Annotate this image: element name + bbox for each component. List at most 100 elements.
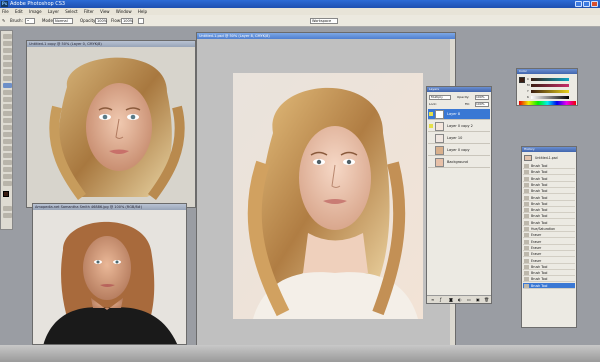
healing-tool-icon[interactable] — [3, 76, 12, 81]
snapshot-thumbnail[interactable] — [524, 155, 532, 161]
slider-m[interactable] — [531, 84, 569, 87]
color-panel-title[interactable]: Color — [517, 69, 577, 74]
layer-row[interactable]: Layer 8 — [428, 109, 490, 120]
fill-field[interactable]: 100% — [475, 102, 489, 107]
marquee-tool-icon[interactable] — [3, 41, 12, 46]
eraser-tool-icon[interactable] — [3, 104, 12, 109]
history-step[interactable]: Brush Tool — [523, 176, 575, 182]
history-step[interactable]: Brush Tool — [523, 201, 575, 207]
screen-mode-icon[interactable] — [3, 213, 12, 218]
eye-icon[interactable] — [429, 112, 433, 116]
minimize-button[interactable] — [575, 1, 582, 7]
maximize-button[interactable] — [583, 1, 590, 7]
gradient-tool-icon[interactable] — [3, 111, 12, 116]
menu-edit[interactable]: Edit — [15, 9, 23, 14]
document-title[interactable]: Untitled-1.psd @ 50% (Layer 8, CMYK/8) — [197, 33, 455, 39]
fg-swatch[interactable] — [519, 77, 525, 83]
layer-row[interactable]: Layer 0 copy — [428, 145, 490, 156]
history-panel-title[interactable]: History — [522, 147, 576, 152]
quick-mask-icon[interactable] — [3, 206, 12, 211]
workspace-menu[interactable]: Workspace — [310, 18, 338, 24]
pen-tool-icon[interactable] — [3, 132, 12, 137]
history-step[interactable]: Brush Tool — [523, 182, 575, 188]
adjustment-layer-icon[interactable]: ◐ — [458, 297, 462, 302]
menu-layer[interactable]: Layer — [48, 9, 59, 14]
dodge-tool-icon[interactable] — [3, 125, 12, 130]
history-step[interactable]: Hue/Saturation — [523, 226, 575, 232]
slider-c[interactable] — [531, 78, 569, 81]
menu-help[interactable]: Help — [138, 9, 147, 14]
magic-wand-tool-icon[interactable] — [3, 55, 12, 60]
history-step[interactable]: Brush Tool — [523, 195, 575, 201]
slider-k[interactable] — [531, 96, 569, 99]
mode-select[interactable]: Normal — [53, 18, 73, 24]
history-step[interactable]: Brush Tool — [523, 163, 575, 169]
crop-tool-icon[interactable] — [3, 62, 12, 67]
eye-icon[interactable] — [429, 124, 433, 128]
menu-select[interactable]: Select — [65, 9, 77, 14]
brush-picker[interactable]: • — [25, 18, 35, 24]
history-step[interactable]: Brush Tool — [523, 169, 575, 176]
history-step[interactable]: Brush Tool — [523, 213, 575, 220]
document-window-main[interactable]: Untitled-1.psd @ 50% (Layer 8, CMYK/8) 5… — [196, 32, 456, 352]
move-tool-icon[interactable] — [3, 34, 12, 39]
layer-row[interactable]: Layer 0 copy 2 — [428, 121, 490, 132]
menu-filter[interactable]: Filter — [84, 9, 94, 14]
airbrush-toggle[interactable] — [138, 18, 144, 24]
history-step[interactable]: Eraser — [523, 232, 575, 239]
new-group-icon[interactable]: ▭ — [467, 297, 471, 302]
clone-stamp-tool-icon[interactable] — [3, 90, 12, 95]
shape-tool-icon[interactable] — [3, 153, 12, 158]
layers-panel-title[interactable]: Layers — [427, 87, 491, 92]
layer-style-icon[interactable]: ƒ — [440, 297, 441, 302]
close-button[interactable] — [591, 1, 598, 7]
eye-icon[interactable] — [429, 148, 433, 152]
zoom-tool-icon[interactable] — [3, 181, 12, 186]
lasso-tool-icon[interactable] — [3, 48, 12, 53]
history-step[interactable]: Brush Tool — [523, 188, 575, 195]
history-step[interactable]: Brush Tool — [523, 276, 575, 283]
menu-file[interactable]: File — [2, 9, 9, 14]
menu-window[interactable]: Window — [116, 9, 132, 14]
delete-layer-icon[interactable]: 🗑 — [484, 297, 489, 302]
document-window-reference-2[interactable]: Amopedia.net Samantha Smith 46886.jpg @ … — [32, 203, 187, 345]
eye-icon[interactable] — [429, 160, 433, 164]
blur-tool-icon[interactable] — [3, 118, 12, 123]
hand-tool-icon[interactable] — [3, 174, 12, 179]
blend-mode-select[interactable]: Multiply — [429, 95, 451, 100]
opacity-field[interactable]: 100% — [95, 18, 107, 24]
slice-tool-icon[interactable] — [3, 69, 12, 74]
history-step[interactable]: Eraser — [523, 258, 575, 264]
history-step[interactable]: Brush Tool — [523, 270, 575, 277]
layer-row[interactable]: Background — [428, 157, 490, 168]
history-step[interactable]: Brush Tool — [523, 282, 575, 289]
painting-canvas[interactable] — [233, 73, 423, 319]
layer-row[interactable]: Layer 10 — [428, 133, 490, 144]
history-step[interactable]: Eraser — [523, 245, 575, 251]
brush-tool-icon[interactable]: ✎ — [2, 18, 5, 23]
menu-image[interactable]: Image — [29, 9, 42, 14]
document-window-reference-1[interactable]: Untitled-1 copy @ 50% (Layer 0, CMYK/8) — [26, 40, 196, 208]
history-step[interactable]: Brush Tool — [523, 264, 575, 270]
new-layer-icon[interactable]: ▣ — [476, 297, 480, 302]
snapshot-name[interactable]: Untitled-1.psd — [535, 156, 558, 160]
brush-tool-icon-active[interactable] — [3, 83, 12, 88]
menu-view[interactable]: View — [100, 9, 110, 14]
history-step[interactable]: Eraser — [523, 251, 575, 258]
eyedropper-tool-icon[interactable] — [3, 167, 12, 172]
foreground-color-swatch[interactable] — [3, 191, 9, 197]
layer-mask-icon[interactable]: ◙ — [449, 297, 453, 302]
layer-opacity-field[interactable]: 100% — [475, 95, 489, 100]
flow-field[interactable]: 100% — [121, 18, 133, 24]
history-step[interactable]: Brush Tool — [523, 220, 575, 226]
type-tool-icon[interactable] — [3, 139, 12, 144]
notes-tool-icon[interactable] — [3, 160, 12, 165]
history-step[interactable]: Eraser — [523, 239, 575, 245]
eye-icon[interactable] — [429, 136, 433, 140]
slider-y[interactable] — [531, 90, 569, 93]
link-layers-icon[interactable]: ∞ — [431, 297, 434, 302]
path-selection-tool-icon[interactable] — [3, 146, 12, 151]
history-brush-tool-icon[interactable] — [3, 97, 12, 102]
color-ramp[interactable] — [519, 101, 576, 105]
history-step[interactable]: Brush Tool — [523, 207, 575, 214]
